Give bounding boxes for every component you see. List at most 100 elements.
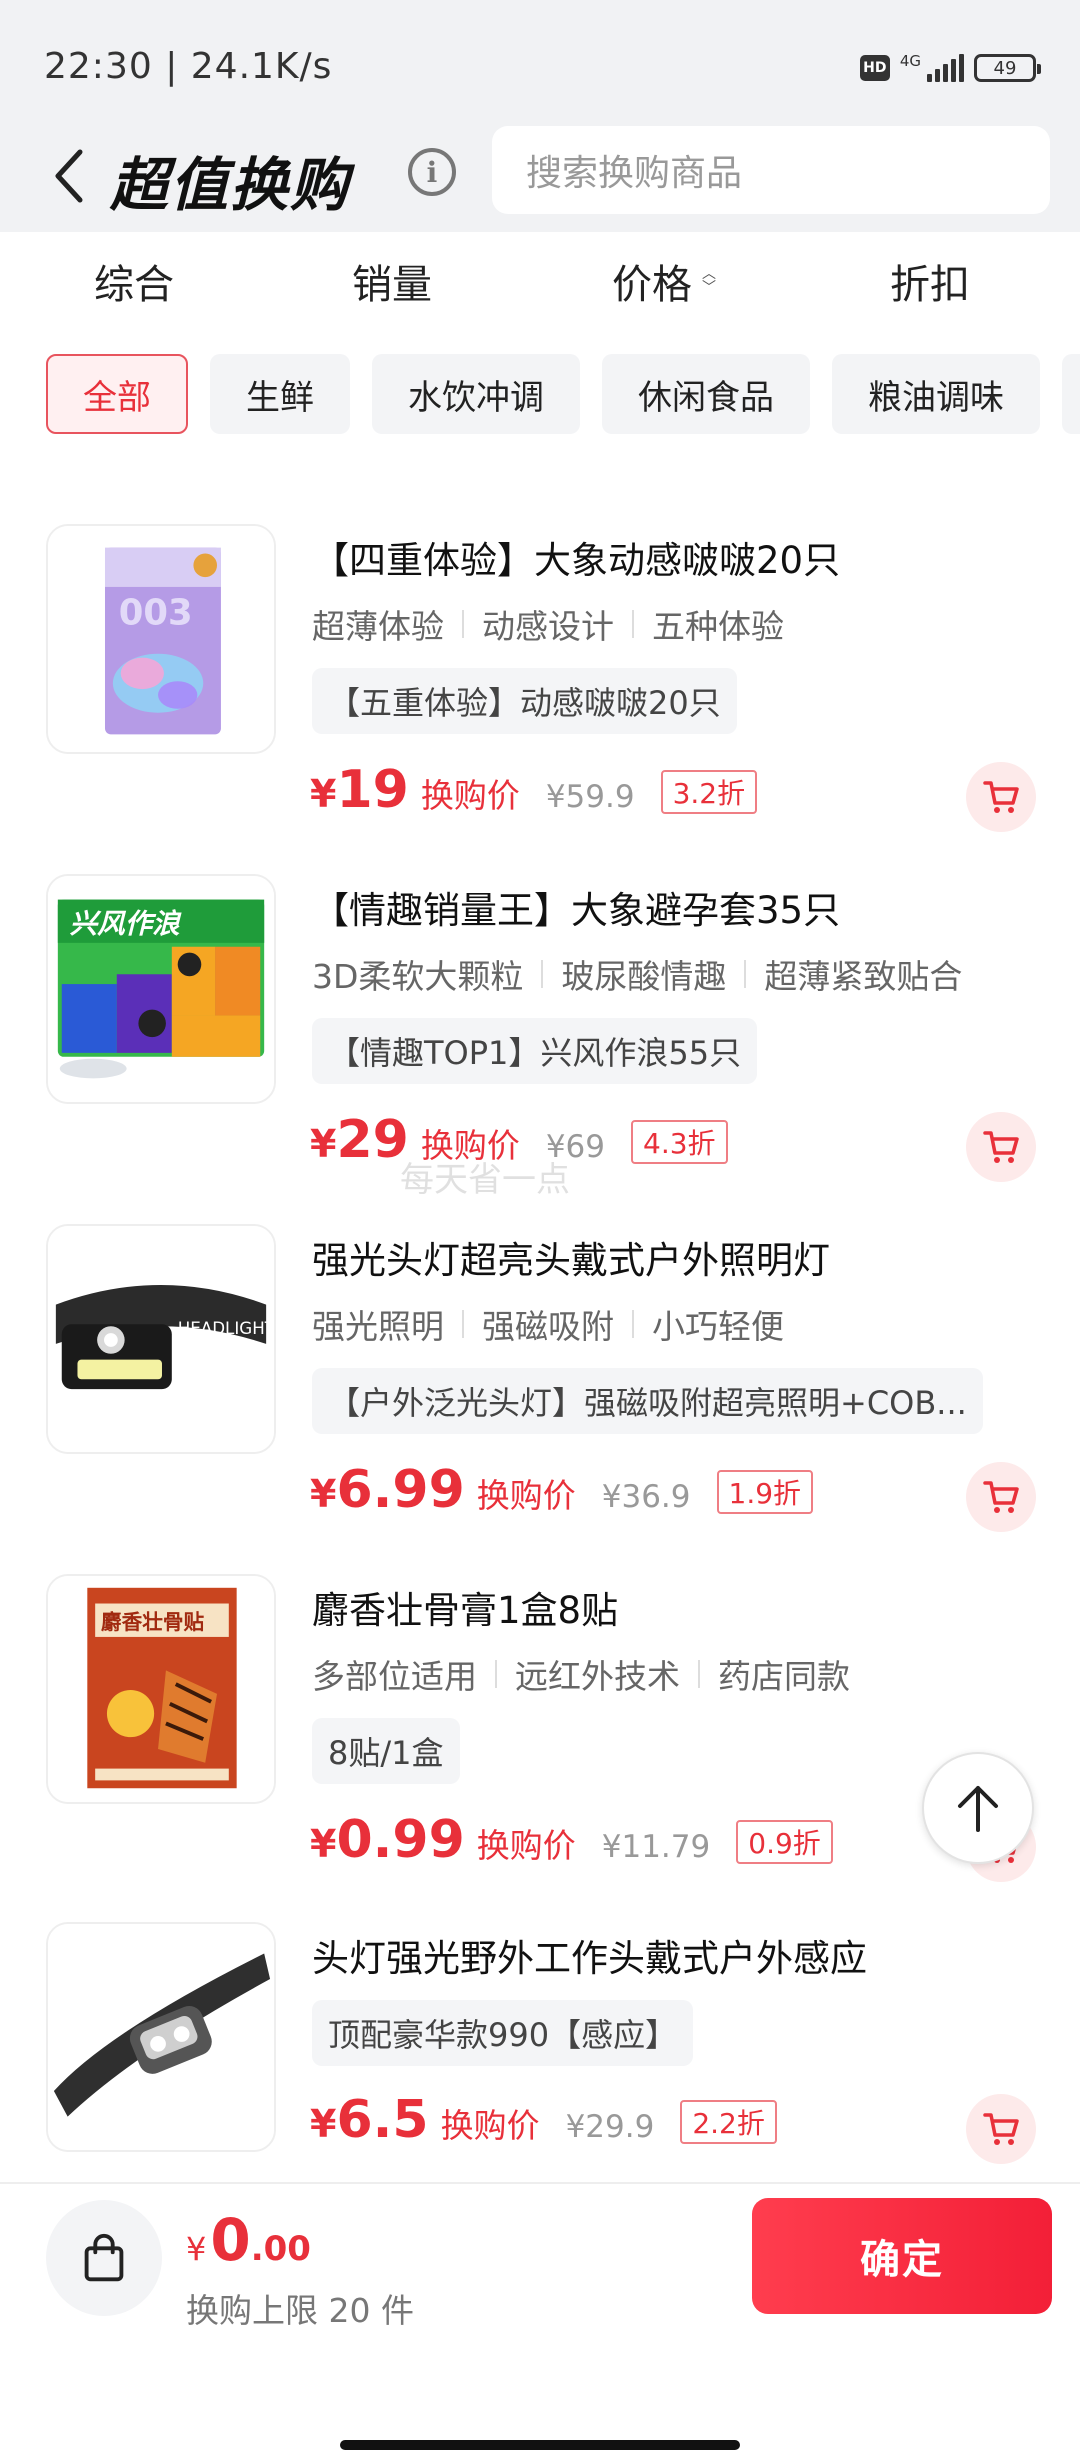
tab-label: 综合 xyxy=(94,262,174,308)
product-tag: 超薄紧致贴合 xyxy=(764,957,963,996)
product-spec: 顶配豪华款990【感应】 xyxy=(312,2000,694,2066)
tag-divider xyxy=(462,610,464,638)
cart-icon xyxy=(983,1481,1019,1513)
price-row: ¥ 6.99 换购价 ¥36.9 1.9折 xyxy=(310,1460,814,1520)
top-area: 22:30 | 24.1K/s HD 4G 49 超值换购 i 搜索换购商品 xyxy=(0,0,1080,232)
swap-price-label: 换购价 xyxy=(476,1476,576,1515)
category-chips: 全部 生鲜 水饮冲调 休闲食品 粮油调味 xyxy=(0,332,1080,452)
hd-icon: HD xyxy=(859,55,890,81)
tab-sales[interactable]: 销量 xyxy=(352,252,432,310)
product-item[interactable]: 头灯强光野外工作头戴式户外感应 顶配豪华款990【感应】 ¥ 6.5 换购价 ¥… xyxy=(0,1922,1080,2180)
sort-tabs: 综合 销量 价格 ︿ ﹀ 折扣 xyxy=(0,232,1080,332)
total-integer: 0 xyxy=(210,2206,251,2274)
product-tags: 强光照明 强磁吸附 小巧轻便 xyxy=(312,1300,784,1348)
add-to-cart-button[interactable] xyxy=(966,2094,1036,2164)
tab-label: 折扣 xyxy=(890,262,970,308)
product-image-text: HEADLIGHT xyxy=(178,1318,274,1338)
add-to-cart-button[interactable] xyxy=(966,1112,1036,1182)
product-spec: 【情趣TOP1】兴风作浪55只 xyxy=(312,1018,758,1084)
product-item[interactable]: 麝香壮骨贴 麝香壮骨膏1盒8贴 多部位适用 远红外技术 药店同款 8贴/1盒 ¥… xyxy=(0,1574,1080,1924)
swap-price: 29 xyxy=(336,1110,409,1170)
original-price: ¥36.9 xyxy=(601,1479,691,1515)
chip-fresh[interactable]: 生鲜 xyxy=(210,354,350,434)
battery-icon: 49 xyxy=(974,54,1041,82)
original-price: ¥11.79 xyxy=(601,1829,711,1865)
original-price: ¥59.9 xyxy=(545,779,635,815)
swap-price: 6.99 xyxy=(336,1460,465,1520)
currency-symbol: ¥ xyxy=(310,772,337,816)
product-image xyxy=(46,1922,276,2152)
bottom-bar: ¥ 0 .00 换购上限 20 件 确定 xyxy=(0,2182,1080,2460)
swap-price: 0.99 xyxy=(336,1810,465,1870)
product-tag: 五种体验 xyxy=(652,607,784,646)
discount-badge: 3.2折 xyxy=(660,770,758,814)
sort-arrows-icon: ︿ ﹀ xyxy=(702,266,716,296)
network-type: 4G xyxy=(899,51,921,70)
add-to-cart-button[interactable] xyxy=(966,1462,1036,1532)
tag-divider xyxy=(462,1310,464,1338)
tag-divider xyxy=(632,1310,634,1338)
discount-badge: 0.9折 xyxy=(736,1820,833,1864)
svg-text:003: 003 xyxy=(119,592,193,633)
tab-discount[interactable]: 折扣 xyxy=(890,252,970,310)
chip-grain-oil[interactable]: 粮油调味 xyxy=(832,354,1040,434)
tab-comprehensive[interactable]: 综合 xyxy=(94,252,174,310)
currency-symbol: ¥ xyxy=(310,1122,337,1166)
tag-divider xyxy=(495,1660,497,1688)
back-arrow-icon[interactable] xyxy=(50,146,90,206)
cart-icon xyxy=(983,1131,1019,1163)
add-to-cart-button[interactable] xyxy=(966,762,1036,832)
home-indicator[interactable] xyxy=(340,2440,740,2450)
chip-drinks[interactable]: 水饮冲调 xyxy=(372,354,580,434)
product-image: 麝香壮骨贴 xyxy=(46,1574,276,1804)
header: 超值换购 i 搜索换购商品 xyxy=(0,120,1080,232)
swap-price-label: 换购价 xyxy=(420,776,520,815)
price-row: ¥ 0.99 换购价 ¥11.79 0.9折 xyxy=(310,1810,833,1870)
currency-symbol: ¥ xyxy=(310,2102,337,2146)
tab-price[interactable]: 价格 ︿ ﹀ xyxy=(612,252,716,310)
discount-badge: 1.9折 xyxy=(716,1470,814,1514)
product-tag: 超薄体验 xyxy=(312,607,444,646)
product-title: 【情趣销量王】大象避孕套35只 xyxy=(312,889,841,932)
product-tags: 3D柔软大颗粒 玻尿酸情趣 超薄紧致贴合 xyxy=(312,950,962,998)
swap-price: 6.5 xyxy=(336,2090,429,2150)
tab-label: 价格 xyxy=(612,262,692,308)
total-price: ¥ 0 .00 xyxy=(186,2206,311,2274)
confirm-button[interactable]: 确定 xyxy=(752,2198,1052,2314)
product-image: 003 xyxy=(46,524,276,754)
currency-symbol: ¥ xyxy=(310,1822,337,1866)
product-image-text: 麝香壮骨贴 xyxy=(101,1610,205,1634)
product-spec: 8贴/1盒 xyxy=(312,1718,460,1784)
total-currency: ¥ xyxy=(186,2230,207,2268)
product-item[interactable]: 003 【四重体验】大象动感啵啵20只 超薄体验 动感设计 五种体验 【五重体验… xyxy=(0,524,1080,874)
product-item[interactable]: HEADLIGHT 强光头灯超亮头戴式户外照明灯 强光照明 强磁吸附 小巧轻便 … xyxy=(0,1224,1080,1574)
info-icon[interactable]: i xyxy=(408,148,456,196)
cart-icon xyxy=(983,2113,1019,2145)
swap-price-label: 换购价 xyxy=(440,2106,540,2145)
product-title: 强光头灯超亮头戴式户外照明灯 xyxy=(312,1239,830,1282)
discount-badge: 2.2折 xyxy=(680,2100,777,2144)
product-title: 头灯强光野外工作头戴式户外感应 xyxy=(312,1937,867,1980)
product-tag: 远红外技术 xyxy=(515,1657,680,1696)
chip-more[interactable] xyxy=(1062,354,1080,434)
product-tags: 多部位适用 远红外技术 药店同款 xyxy=(312,1650,850,1698)
chip-all[interactable]: 全部 xyxy=(46,354,188,434)
product-spec: 【户外泛光头灯】强磁吸附超亮照明+COB... xyxy=(312,1368,983,1434)
exchange-limit-text: 换购上限 20 件 xyxy=(186,2291,414,2330)
arrow-up-icon xyxy=(958,1786,998,1832)
total-decimal: .00 xyxy=(250,2229,311,2269)
page-title: 超值换购 xyxy=(110,151,351,219)
discount-badge: 4.3折 xyxy=(631,1120,728,1164)
product-image: HEADLIGHT xyxy=(46,1224,276,1454)
product-tag: 玻尿酸情趣 xyxy=(561,957,727,996)
status-bar: 22:30 | 24.1K/s HD 4G 49 xyxy=(0,0,1080,120)
chip-snacks[interactable]: 休闲食品 xyxy=(602,354,810,434)
product-tag: 多部位适用 xyxy=(312,1657,477,1696)
search-input[interactable]: 搜索换购商品 xyxy=(492,126,1050,214)
scroll-to-top-button[interactable] xyxy=(922,1752,1034,1864)
product-tag: 强光照明 xyxy=(312,1307,444,1346)
shopping-bag-button[interactable] xyxy=(46,2200,162,2316)
signal-icon xyxy=(927,54,964,82)
product-tag: 小巧轻便 xyxy=(652,1307,784,1346)
cart-icon xyxy=(983,781,1019,813)
